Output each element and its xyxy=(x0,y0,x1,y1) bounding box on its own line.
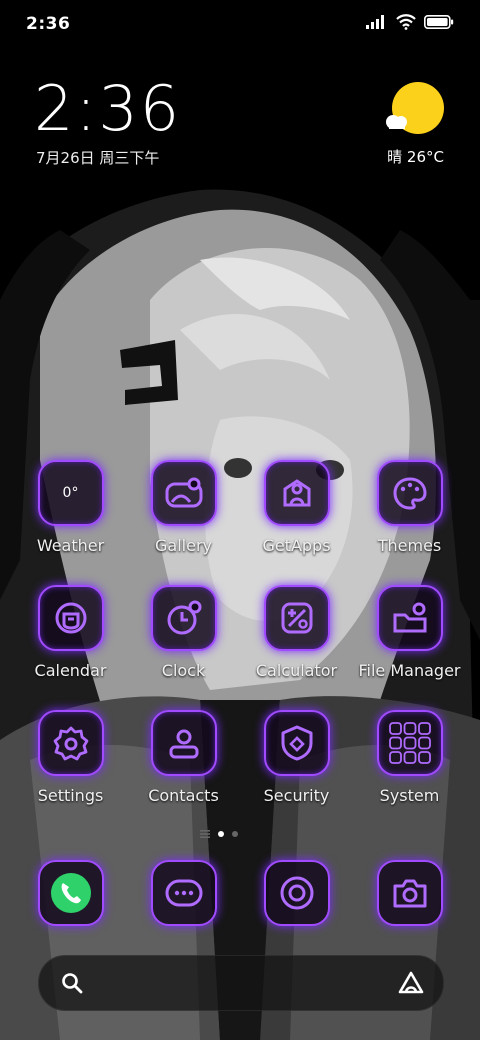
cloud-icon xyxy=(386,115,407,129)
app-weather[interactable]: 0° Weather xyxy=(14,460,127,555)
app-label: Calendar xyxy=(34,661,107,680)
signal-icon xyxy=(366,15,384,29)
app-label: Weather xyxy=(36,536,105,555)
app-contacts[interactable]: Contacts xyxy=(127,710,240,805)
app-settings[interactable]: Settings xyxy=(14,710,127,805)
app-label: Clock xyxy=(161,661,206,680)
assistant-icon[interactable] xyxy=(397,970,425,996)
app-label: GetApps xyxy=(262,536,331,555)
calculator-icon xyxy=(263,585,330,651)
app-label: Calculator xyxy=(255,661,338,680)
shield-icon xyxy=(263,710,330,776)
status-time: 2:36 xyxy=(26,14,71,34)
app-calendar[interactable]: Calendar xyxy=(14,585,127,680)
page-indicator[interactable] xyxy=(200,830,238,838)
dock-browser[interactable] xyxy=(264,860,330,926)
calendar-icon xyxy=(37,585,104,651)
app-label: Security xyxy=(263,786,330,805)
status-bar: 2:36 xyxy=(0,0,480,50)
messages-icon xyxy=(165,879,203,907)
themes-icon xyxy=(376,460,443,526)
wifi-icon xyxy=(396,14,416,30)
battery-icon xyxy=(424,15,454,29)
app-label: Contacts xyxy=(148,786,219,805)
app-getapps[interactable]: GetApps xyxy=(240,460,353,555)
clock-icon xyxy=(150,585,217,651)
weather-icon: 0° xyxy=(37,460,104,526)
app-system-folder[interactable]: System xyxy=(353,710,466,805)
page-list-icon xyxy=(200,830,210,838)
app-calculator[interactable]: Calculator xyxy=(240,585,353,680)
phone-icon xyxy=(51,873,91,913)
widget-clock-time[interactable]: 2:36 xyxy=(34,78,181,140)
app-themes[interactable]: Themes xyxy=(353,460,466,555)
status-icons xyxy=(366,14,454,30)
getapps-icon xyxy=(263,460,330,526)
folder-icon xyxy=(376,585,443,651)
gallery-icon xyxy=(150,460,217,526)
dock-phone[interactable] xyxy=(38,860,104,926)
dock-camera[interactable] xyxy=(377,860,443,926)
folder-grid-icon xyxy=(376,710,443,776)
contacts-icon xyxy=(150,710,217,776)
widget-date: 7月26日 周三下午 xyxy=(36,149,160,167)
app-label: Themes xyxy=(377,536,442,555)
camera-icon xyxy=(393,879,427,908)
app-label: System xyxy=(379,786,440,805)
dock-messages[interactable] xyxy=(151,860,217,926)
app-gallery[interactable]: Gallery xyxy=(127,460,240,555)
browser-icon xyxy=(280,876,314,910)
app-label: File Manager xyxy=(358,661,461,680)
search-icon[interactable] xyxy=(61,972,83,994)
app-security[interactable]: Security xyxy=(240,710,353,805)
gear-icon xyxy=(37,710,104,776)
app-clock[interactable]: Clock xyxy=(127,585,240,680)
page-dot[interactable] xyxy=(232,831,238,837)
app-file-manager[interactable]: File Manager xyxy=(353,585,466,680)
app-label: Gallery xyxy=(155,536,212,555)
search-bar[interactable] xyxy=(38,955,444,1011)
weather-summary: 晴 26°C xyxy=(387,148,444,166)
weather-temp-glyph: 0° xyxy=(62,485,79,501)
page-dot-active[interactable] xyxy=(218,831,224,837)
weather-widget[interactable]: 晴 26°C xyxy=(384,82,444,170)
app-label: Settings xyxy=(37,786,104,805)
